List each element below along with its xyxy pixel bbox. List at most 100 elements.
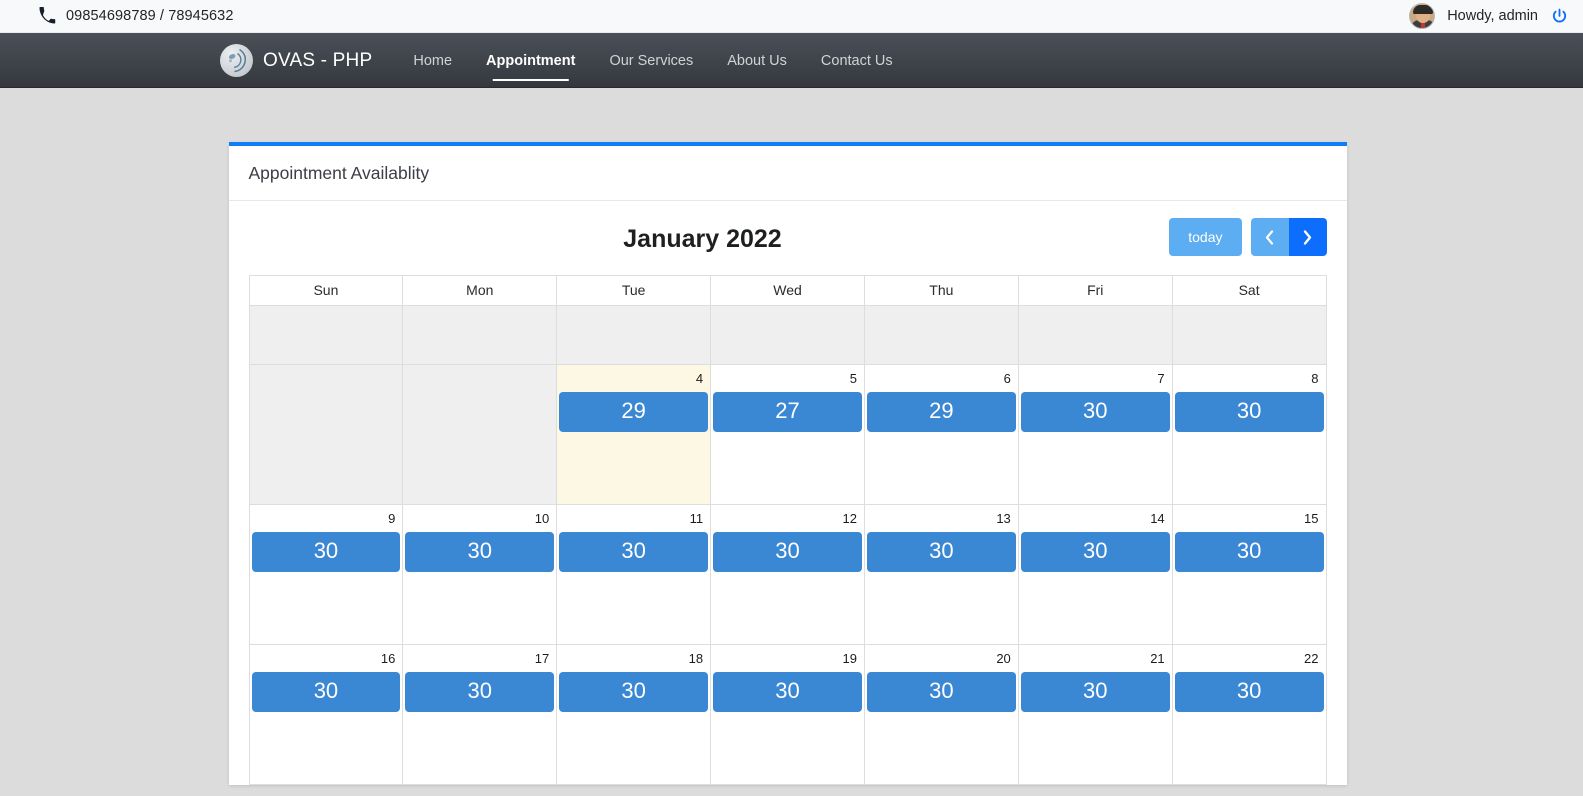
nav-item-appointment[interactable]: Appointment [469,35,592,87]
availability-slot-count[interactable]: 30 [251,672,401,712]
calendar-day-cell-empty [249,306,404,364]
calendar-day-cell-4[interactable]: 4 29 [557,365,712,504]
day-number: 11 [689,511,704,526]
phone-icon [38,7,56,25]
availability-slot-count[interactable]: 29 [866,392,1016,432]
day-header-thu: Thu [865,276,1019,305]
calendar-day-cell-11[interactable]: 11 30 [557,505,712,644]
prev-month-button[interactable] [1250,218,1289,256]
availability-slot-count[interactable]: 30 [866,672,1016,712]
calendar-day-cell-15[interactable]: 15 30 [1172,505,1326,644]
day-number: 4 [695,371,704,386]
day-number: 9 [388,511,396,526]
nav-item-our-services[interactable]: Our Services [592,35,710,87]
today-button[interactable]: today [1169,218,1242,256]
calendar-day-cell-9[interactable]: 9 30 [249,505,404,644]
calendar-day-cell-8[interactable]: 8 30 [1172,365,1326,504]
calendar-week-row: 9 30 10 30 11 30 12 30 13 30 14 30 15 30 [249,505,1326,645]
calendar-day-cell-18[interactable]: 18 30 [557,645,712,784]
day-number: 19 [842,651,857,666]
availability-slot-count[interactable]: 30 [1020,532,1170,572]
calendar-day-cell-7[interactable]: 7 30 [1018,365,1173,504]
greeting-text: Howdy, admin [1447,8,1538,24]
day-number: 20 [996,651,1011,666]
power-icon[interactable] [1550,7,1569,26]
calendar-day-cell-16[interactable]: 16 30 [249,645,404,784]
calendar-day-cell-12[interactable]: 12 30 [711,505,865,644]
day-number: 17 [534,651,550,666]
availability-slot-count[interactable]: 30 [559,532,709,572]
availability-slot-count[interactable]: 27 [713,392,862,432]
chevron-left-icon [1263,229,1276,246]
availability-slot-count[interactable]: 30 [713,532,862,572]
calendar-day-cell-17[interactable]: 17 30 [403,645,558,784]
calendar-week-row [249,306,1326,365]
calendar-day-cell-14[interactable]: 14 30 [1018,505,1173,644]
day-number: 5 [849,371,857,386]
calendar-day-cell-21[interactable]: 21 30 [1018,645,1173,784]
day-number: 10 [534,511,550,526]
nav-links: Home Appointment Our Services About Us C… [396,35,909,87]
user-area: Howdy, admin [1409,3,1569,29]
day-number: 12 [842,511,857,526]
calendar-day-cell-empty [249,365,404,504]
day-number: 8 [1311,371,1319,386]
calendar-controls: today [1169,218,1327,256]
calendar-day-cell-22[interactable]: 22 30 [1172,645,1326,784]
contact-info: 09854698789 / 78945632 [38,7,234,25]
day-number: 18 [688,651,704,666]
day-header-mon: Mon [403,276,558,305]
page-content: Appointment Availablity January 2022 tod… [0,88,1583,785]
day-header-wed: Wed [711,276,865,305]
nav-item-about-us[interactable]: About Us [710,35,804,87]
avatar-hair [1413,5,1434,14]
calendar-title: January 2022 [623,225,782,253]
calendar-day-cell-6[interactable]: 6 29 [864,365,1019,504]
calendar-week-row: 4 29 5 27 6 29 7 30 8 30 [249,365,1326,505]
availability-slot-count[interactable]: 30 [251,532,401,572]
brand-logo[interactable]: OVAS - PHP [220,44,372,77]
day-number: 13 [996,511,1011,526]
day-number: 16 [380,651,396,666]
main-navbar: OVAS - PHP Home Appointment Our Services… [0,33,1583,88]
calendar-day-cell-13[interactable]: 13 30 [864,505,1019,644]
calendar-day-cell-10[interactable]: 10 30 [403,505,558,644]
ovas-logo-icon [220,44,253,77]
calendar-day-cell-5[interactable]: 5 27 [711,365,865,504]
day-number: 14 [1150,511,1165,526]
chevron-right-icon [1301,229,1314,246]
phone-number: 09854698789 / 78945632 [66,8,234,24]
calendar-day-cell-19[interactable]: 19 30 [711,645,865,784]
availability-slot-count[interactable]: 30 [866,532,1016,572]
day-number: 15 [1304,511,1319,526]
calendar-day-cell-empty [711,306,865,364]
availability-slot-count[interactable]: 30 [1174,672,1324,712]
top-contact-bar: 09854698789 / 78945632 Howdy, admin [0,0,1583,33]
calendar-toolbar: January 2022 today [249,218,1327,275]
calendar-day-cell-empty [1018,306,1173,364]
nav-item-contact-us[interactable]: Contact Us [804,35,910,87]
calendar-title-wrap: January 2022 today [249,218,1327,260]
nav-item-home[interactable]: Home [396,35,469,87]
availability-slot-count[interactable]: 30 [1174,392,1324,432]
availability-slot-count[interactable]: 30 [1020,392,1170,432]
calendar-day-cell-empty [403,306,558,364]
calendar-week-row: 16 30 17 30 18 30 19 30 20 30 21 30 22 30 [249,645,1326,785]
availability-slot-count[interactable]: 30 [1020,672,1170,712]
panel-body: January 2022 today Sun Mon Tue Wed Thu F… [229,201,1347,785]
availability-slot-count[interactable]: 30 [1174,532,1324,572]
availability-slot-count[interactable]: 30 [405,532,555,572]
availability-slot-count[interactable]: 30 [713,672,862,712]
day-header-fri: Fri [1019,276,1173,305]
availability-slot-count[interactable]: 29 [559,392,709,432]
next-month-button[interactable] [1288,218,1327,256]
availability-slot-count[interactable]: 30 [405,672,555,712]
calendar-weeks: 4 29 5 27 6 29 7 30 8 30 9 30 10 30 11 30 12 30 13 30 14 30 15… [249,306,1326,785]
calendar-day-cell-empty [864,306,1019,364]
day-number: 22 [1304,651,1319,666]
appointment-panel: Appointment Availablity January 2022 tod… [228,142,1347,785]
day-number: 7 [1157,371,1165,386]
availability-slot-count[interactable]: 30 [559,672,709,712]
calendar-nav-group [1250,218,1327,256]
calendar-day-cell-20[interactable]: 20 30 [864,645,1019,784]
